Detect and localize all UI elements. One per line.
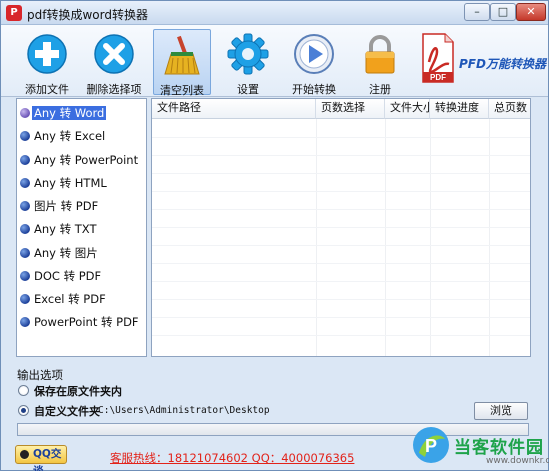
sidebar-item-image-to-pdf[interactable]: 图片 转 PDF: [17, 196, 146, 216]
svg-text:P: P: [425, 436, 437, 456]
sidebar-item-label: DOC 转 PDF: [34, 269, 102, 283]
minimize-button[interactable]: –: [464, 3, 490, 21]
column-header-total-pages[interactable]: 总页数: [489, 99, 530, 119]
register-button[interactable]: 注册: [351, 29, 409, 96]
support-hotline-link[interactable]: 客服热线：18121074602 QQ：4000076365: [110, 450, 354, 466]
app-logo-icon: P: [6, 5, 22, 21]
qq-chat-button[interactable]: QQ交谈: [15, 445, 67, 471]
sidebar-item-any-to-excel[interactable]: Any 转 Excel: [17, 126, 146, 146]
sidebar-item-label: PowerPoint 转 PDF: [34, 315, 139, 329]
grid-line: [152, 263, 530, 264]
watermark-logo-icon: P: [413, 427, 449, 463]
minimize-icon: –: [474, 5, 480, 18]
sidebar-item-any-to-word[interactable]: Any 转 Word: [17, 103, 146, 123]
app-window: P pdf转换成word转换器 – □ ✕ 添加文件 删除选择项 清空列表 设置…: [0, 0, 549, 471]
grid-line: [152, 155, 530, 156]
column-header-file-path[interactable]: 文件路径: [152, 99, 316, 119]
output-options-title: 输出选项: [17, 368, 63, 382]
title-bar[interactable]: P pdf转换成word转换器 – □ ✕: [1, 1, 548, 25]
gear-icon: [227, 33, 269, 75]
sidebar-item-doc-to-pdf[interactable]: DOC 转 PDF: [17, 266, 146, 286]
sidebar-item-any-to-powerpoint[interactable]: Any 转 PowerPoint: [17, 150, 146, 170]
sidebar-item-powerpoint-to-pdf[interactable]: PowerPoint 转 PDF: [17, 312, 146, 332]
grid-line: [152, 245, 530, 246]
grid-line: [152, 209, 530, 210]
grid-line: [152, 137, 530, 138]
pdf-file-icon: PDF: [422, 33, 454, 83]
radio-dot-icon: [20, 294, 30, 304]
window-title: pdf转换成word转换器: [27, 8, 148, 22]
plus-icon: [27, 34, 67, 74]
output-path-field[interactable]: C:\Users\Administrator\Desktop: [98, 405, 270, 416]
delete-selected-button[interactable]: 删除选择项: [85, 29, 143, 96]
grid-line: [152, 299, 530, 300]
conversion-type-list: Any 转 Word Any 转 Excel Any 转 PowerPoint …: [16, 98, 147, 357]
broom-icon: [164, 35, 200, 75]
close-button[interactable]: ✕: [516, 3, 546, 21]
radio-dot-icon: [20, 178, 30, 188]
custom-folder-label[interactable]: 自定义文件夹: [34, 403, 100, 419]
site-watermark: P 当客软件园 www.downkr.com: [409, 419, 549, 471]
close-icon: ✕: [526, 5, 536, 18]
sidebar-item-any-to-txt[interactable]: Any 转 TXT: [17, 219, 146, 239]
settings-button[interactable]: 设置: [219, 29, 277, 96]
file-list-table[interactable]: 文件路径 页数选择 文件大小 转换进度 总页数: [151, 98, 531, 357]
add-file-button[interactable]: 添加文件: [18, 29, 76, 96]
add-file-label: 添加文件: [25, 83, 69, 96]
register-label: 注册: [369, 83, 391, 96]
grid-line: [152, 191, 530, 192]
watermark-url: www.downkr.com: [486, 456, 549, 466]
sidebar-item-label: Any 转 HTML: [34, 176, 107, 190]
sidebar-item-label: Any 转 PowerPoint: [34, 153, 139, 167]
start-convert-label: 开始转换: [292, 83, 336, 96]
radio-dot-icon: [20, 271, 30, 281]
grid-line: [152, 227, 530, 228]
clear-list-button[interactable]: 清空列表: [153, 29, 211, 97]
column-header-page-select[interactable]: 页数选择: [316, 99, 385, 119]
sidebar-item-excel-to-pdf[interactable]: Excel 转 PDF: [17, 289, 146, 309]
radio-dot-icon: [20, 108, 30, 118]
brand-label: PFD万能转换器: [459, 57, 546, 71]
custom-folder-radio[interactable]: [18, 405, 29, 416]
grid-line: [152, 281, 530, 282]
sidebar-item-label: Any 转 TXT: [34, 222, 97, 236]
radio-dot-icon: [20, 224, 30, 234]
grid-line: [152, 317, 530, 318]
radio-dot-icon: [20, 131, 30, 141]
sidebar-item-label: Excel 转 PDF: [34, 292, 106, 306]
column-header-file-size[interactable]: 文件大小: [385, 99, 434, 119]
sidebar-item-label: Any 转 Word: [32, 106, 107, 120]
grid-line: [152, 173, 530, 174]
start-convert-button[interactable]: 开始转换: [285, 29, 343, 96]
lock-icon: [365, 35, 395, 74]
grid-line: [152, 335, 530, 336]
sidebar-item-label: 图片 转 PDF: [34, 199, 99, 213]
delete-selected-label: 删除选择项: [86, 83, 142, 96]
radio-dot-icon: [20, 248, 30, 258]
save-original-folder-radio[interactable]: [18, 385, 29, 396]
brand-logo: PDF PFD万能转换器: [421, 29, 546, 95]
qq-chat-label: QQ交谈: [33, 448, 62, 471]
sidebar-item-any-to-image[interactable]: Any 转 图片: [17, 243, 146, 263]
maximize-icon: □: [497, 5, 509, 18]
radio-dot-icon: [20, 201, 30, 211]
play-icon: [294, 34, 334, 74]
sidebar-item-label: Any 转 图片: [34, 246, 98, 260]
settings-label: 设置: [237, 83, 259, 96]
maximize-button[interactable]: □: [490, 3, 516, 21]
radio-dot-icon: [20, 155, 30, 165]
qq-penguin-icon: [19, 449, 30, 460]
watermark-text: 当客软件园: [454, 438, 544, 458]
column-header-progress[interactable]: 转换进度: [430, 99, 489, 119]
toolbar: 添加文件 删除选择项 清空列表 设置 开始转换 注册 PDF PFD万能转换器: [1, 25, 548, 97]
radio-dot-icon: [20, 317, 30, 327]
sidebar-item-label: Any 转 Excel: [34, 129, 106, 143]
browse-button[interactable]: 浏览: [474, 402, 528, 420]
clear-list-label: 清空列表: [160, 84, 204, 97]
delete-x-icon: [94, 34, 134, 74]
save-original-folder-label[interactable]: 保存在原文件夹内: [34, 383, 122, 399]
sidebar-item-any-to-html[interactable]: Any 转 HTML: [17, 173, 146, 193]
pdf-file-icon-text: PDF: [430, 73, 446, 82]
